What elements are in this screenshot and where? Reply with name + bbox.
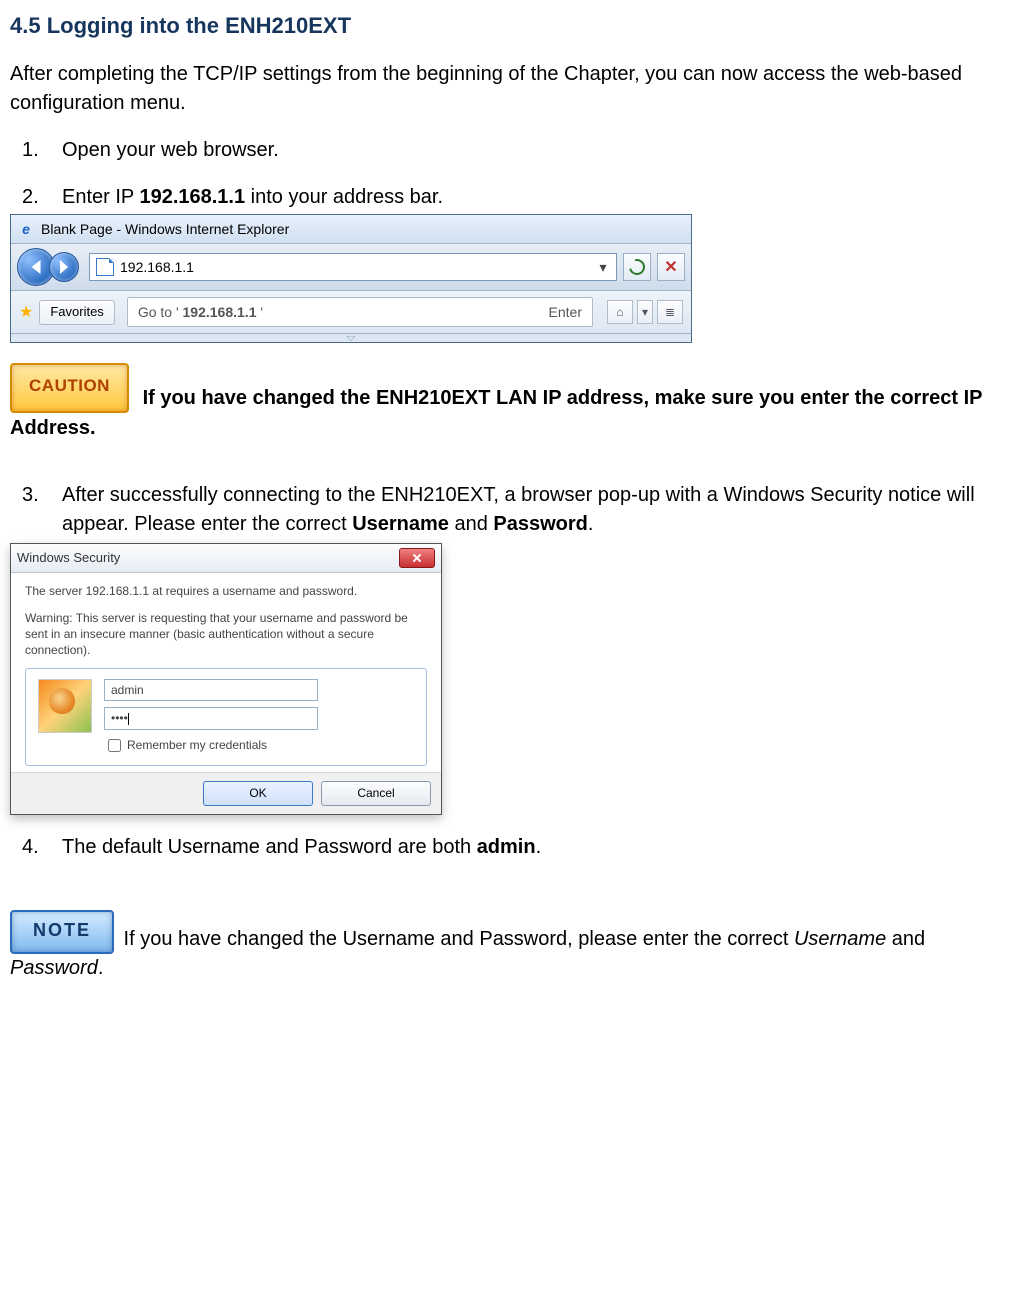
page-icon bbox=[96, 258, 114, 276]
caution-text: If you have changed the ENH210EXT LAN IP… bbox=[10, 387, 982, 439]
address-input-wrapper[interactable]: 192.168.1.1 ▾ bbox=[89, 253, 617, 281]
window-title: Blank Page - Windows Internet Explorer bbox=[41, 219, 289, 239]
dialog-title: Windows Security bbox=[17, 549, 120, 568]
user-tile-icon bbox=[38, 679, 92, 733]
ok-button[interactable]: OK bbox=[203, 781, 313, 806]
browser-title-bar: e Blank Page - Windows Internet Explorer bbox=[11, 215, 691, 244]
favorites-row: ★ Favorites Go to ' 192.168.1.1 ' Enter … bbox=[11, 291, 691, 334]
text-cursor bbox=[128, 713, 129, 725]
cancel-button[interactable]: Cancel bbox=[321, 781, 431, 806]
enter-hint: Enter bbox=[549, 302, 582, 322]
favorites-button[interactable]: Favorites bbox=[39, 300, 114, 325]
close-button[interactable] bbox=[399, 548, 435, 568]
dialog-server-line: The server 192.168.1.1 at requires a use… bbox=[25, 583, 427, 599]
dialog-title-bar: Windows Security bbox=[11, 544, 441, 573]
dropdown-icon[interactable]: ▾ bbox=[637, 300, 653, 324]
autocomplete-suggestion[interactable]: Go to ' 192.168.1.1 ' Enter bbox=[127, 297, 593, 327]
ip-bold: 192.168.1.1 bbox=[139, 186, 245, 208]
dialog-button-row: OK Cancel bbox=[11, 772, 441, 814]
feed-button-icon[interactable]: ≣ bbox=[657, 300, 683, 324]
security-dialog: Windows Security The server 192.168.1.1 … bbox=[10, 543, 442, 815]
address-dropdown-icon[interactable]: ▾ bbox=[596, 257, 610, 277]
dialog-warning-line: Warning: This server is requesting that … bbox=[25, 610, 427, 659]
refresh-button[interactable] bbox=[623, 253, 651, 281]
stop-button[interactable]: ✕ bbox=[657, 253, 685, 281]
username-input[interactable]: admin bbox=[104, 679, 318, 701]
remember-checkbox[interactable] bbox=[108, 739, 121, 752]
step-4: The default Username and Password are bo… bbox=[62, 833, 1012, 862]
ie-logo-icon: e bbox=[17, 220, 35, 238]
caution-block: CAUTION If you have changed the ENH210EX… bbox=[10, 363, 1012, 443]
credentials-box: admin •••• Remember my credentials bbox=[25, 668, 427, 765]
dialog-body: The server 192.168.1.1 at requires a use… bbox=[11, 573, 441, 771]
chevron-down-icon: ▽ bbox=[346, 333, 355, 343]
collapse-handle[interactable]: ▽ bbox=[11, 334, 691, 342]
browser-screenshot: e Blank Page - Windows Internet Explorer… bbox=[10, 214, 692, 344]
forward-button[interactable] bbox=[49, 252, 79, 282]
home-button-icon[interactable]: ⌂ bbox=[607, 300, 633, 324]
arrow-right-icon bbox=[60, 260, 68, 274]
note-badge: NOTE bbox=[10, 910, 114, 954]
remember-checkbox-label[interactable]: Remember my credentials bbox=[104, 736, 414, 755]
toolbar-mini-buttons: ⌂ ▾ ≣ bbox=[603, 300, 683, 324]
step-2: Enter IP 192.168.1.1 into your address b… bbox=[62, 183, 1012, 344]
address-bar-row: 192.168.1.1 ▾ ✕ bbox=[11, 244, 691, 291]
note-block: NOTE If you have changed the Username an… bbox=[10, 910, 1012, 983]
caution-badge: CAUTION bbox=[10, 363, 129, 413]
password-input[interactable]: •••• bbox=[104, 707, 318, 729]
address-input[interactable]: 192.168.1.1 bbox=[120, 257, 596, 277]
section-heading: 4.5 Logging into the ENH210EXT bbox=[10, 10, 1012, 42]
star-icon[interactable]: ★ bbox=[19, 301, 33, 324]
step-1: Open your web browser. bbox=[62, 136, 1012, 165]
intro-paragraph: After completing the TCP/IP settings fro… bbox=[10, 60, 1012, 118]
arrow-left-icon bbox=[32, 260, 41, 274]
step-3: After successfully connecting to the ENH… bbox=[62, 481, 1012, 815]
